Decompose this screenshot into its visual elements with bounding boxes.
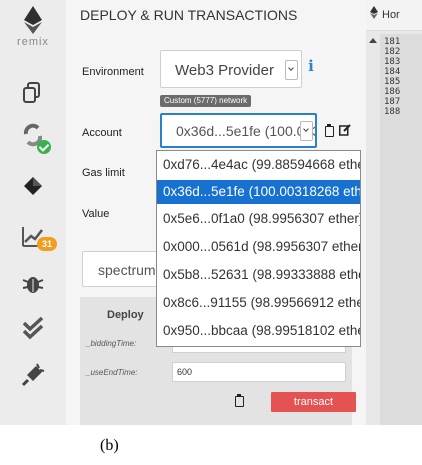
info-icon[interactable]: i: [306, 58, 316, 74]
figure-caption: (b): [100, 437, 119, 454]
account-option[interactable]: 0x5b8...52631 (98.99333888 ether): [157, 263, 360, 287]
account-option[interactable]: 0xd76...4e4ac (99.88594668 ether): [157, 153, 360, 177]
icon-sidebar: remix 31: [0, 0, 66, 425]
line-number: 185: [384, 77, 401, 87]
environment-label: Environment: [82, 66, 144, 78]
transact-button[interactable]: transact: [271, 392, 356, 412]
plugin-manager-icon[interactable]: [20, 362, 46, 388]
line-number: 187: [384, 97, 401, 107]
environment-select-value: Web3 Provider: [175, 62, 274, 79]
account-option-selected[interactable]: 0x36d...5e1fe (100.00318268 ether): [157, 180, 360, 204]
line-number: 183: [384, 57, 401, 67]
account-option[interactable]: 0x950...bbcaa (98.99518102 ether): [157, 319, 360, 343]
chevron-down-icon: [285, 60, 298, 80]
line-number: 188: [384, 107, 401, 117]
editor-pane: Hor 181 182 183 184 185 186 187 188: [366, 0, 422, 425]
deploy-run-icon[interactable]: [20, 173, 46, 199]
remix-ide: remix 31 DEPLOY & RUN TRANSACTIONS Envir…: [0, 0, 422, 425]
line-number: 181: [384, 37, 401, 47]
bidding-time-label: _biddingTime:: [86, 339, 137, 348]
home-tab-icon: [370, 6, 378, 24]
account-select[interactable]: 0x36d...5e1fe (100.00318268 ether): [160, 113, 317, 148]
use-end-time-value: 600: [177, 367, 193, 377]
testing-icon[interactable]: [20, 315, 46, 341]
line-number: 184: [384, 67, 401, 77]
remix-logo[interactable]: remix: [0, 6, 66, 48]
account-option[interactable]: 0x8c6...91155 (98.99566912 ether): [157, 291, 360, 315]
line-number: 186: [384, 87, 401, 97]
chevron-down-icon: [300, 121, 313, 141]
gas-limit-label: Gas limit: [82, 167, 125, 179]
ethereum-logo-icon: [24, 6, 42, 34]
debugger-icon[interactable]: [20, 270, 46, 296]
scroll-up-icon[interactable]: [369, 38, 377, 43]
analysis-badge: 31: [37, 237, 57, 251]
use-end-time-input[interactable]: 600: [172, 362, 346, 382]
account-select-value: 0x36d...5e1fe (100.00318268 ether): [176, 123, 315, 139]
account-option[interactable]: 0x000...0561d (98.9956307 ether): [157, 235, 360, 259]
editor-tab-title: Hor: [382, 9, 400, 21]
environment-select[interactable]: Web3 Provider: [160, 50, 302, 88]
copy-address-clipboard-icon[interactable]: [325, 124, 334, 137]
value-label: Value: [82, 208, 110, 220]
account-label: Account: [82, 127, 122, 139]
contract-select-value: spectrum: [98, 262, 156, 278]
deploy-title: Deploy: [107, 309, 144, 321]
account-option[interactable]: 0x5e6...0f1a0 (98.9956307 ether): [157, 207, 360, 231]
account-dropdown-list: 0xd76...4e4ac (99.88594668 ether) 0x36d.…: [156, 150, 361, 347]
logo-text: remix: [17, 36, 49, 48]
file-explorer-icon[interactable]: [20, 80, 46, 106]
editor-tab[interactable]: Hor: [366, 0, 422, 31]
copy-calldata-clipboard-icon[interactable]: [235, 394, 244, 407]
panel-title: DEPLOY & RUN TRANSACTIONS: [80, 7, 298, 23]
line-number: 182: [384, 47, 401, 57]
compile-success-check-icon: [37, 140, 51, 154]
network-badge: Custom (5777) network: [160, 95, 252, 107]
use-end-time-label: _useEndTime:: [86, 368, 138, 377]
edit-signature-icon[interactable]: [339, 124, 351, 136]
